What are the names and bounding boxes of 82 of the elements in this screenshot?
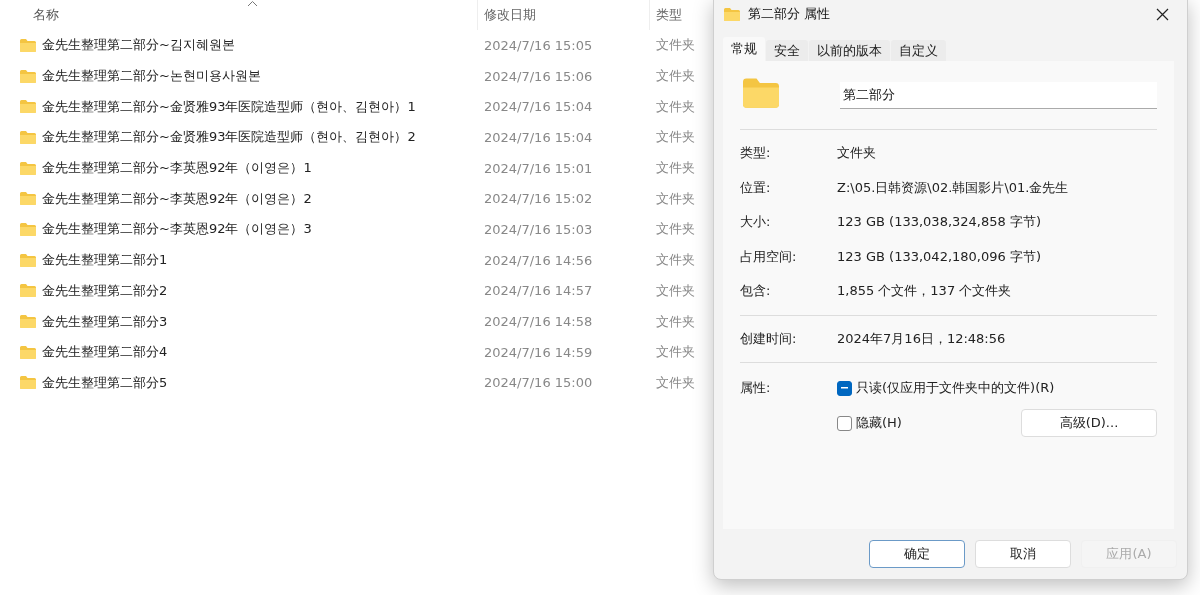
folder-icon (724, 7, 740, 21)
checkbox[interactable] (837, 415, 852, 431)
tab[interactable]: 自定义 (891, 40, 946, 61)
file-name[interactable]: 金先生整理第二部分5 (42, 373, 168, 392)
modified-date: 2024/7/16 15:04 (483, 99, 594, 115)
modified-date: 2024/7/16 15:04 (483, 129, 594, 145)
property-value: 2024年7月16日，12:48:56 (837, 329, 1006, 348)
file-type: 文件夹 (655, 97, 696, 116)
file-type: 文件夹 (655, 67, 696, 86)
checkbox-label[interactable]: 只读(仅应用于文件夹中的文件)(R) (856, 379, 1055, 397)
folder-icon (20, 69, 36, 83)
property-label: 创建时间: (740, 329, 798, 348)
window-title: 第二部分 属性 (748, 5, 832, 23)
dash-icon (841, 387, 848, 389)
file-type: 文件夹 (655, 220, 696, 239)
file-type: 文件夹 (655, 251, 696, 270)
file-name[interactable]: 金先生整理第二部分~李英恩92年（이영은）2 (42, 189, 312, 208)
file-type: 文件夹 (655, 281, 696, 300)
modified-date: 2024/7/16 14:58 (483, 314, 594, 330)
tab[interactable]: 常规 (723, 37, 765, 61)
file-name[interactable]: 金先生整理第二部分~李英恩92年（이영은）3 (42, 220, 312, 239)
file-type: 文件夹 (655, 312, 696, 331)
folder-icon (20, 161, 36, 175)
property-label: 大小: (740, 213, 772, 232)
folder-icon (20, 222, 36, 236)
folder-icon (743, 78, 779, 108)
folder-icon (20, 130, 36, 144)
property-value: 文件夹 (837, 144, 876, 163)
file-type: 文件夹 (655, 373, 696, 392)
file-type: 文件夹 (655, 128, 696, 147)
property-label: 属性: (740, 379, 772, 397)
file-name[interactable]: 金先生整理第二部分1 (42, 251, 168, 270)
checkbox-label[interactable]: 隐藏(H) (856, 414, 902, 432)
modified-date: 2024/7/16 14:59 (483, 344, 594, 360)
folder-icon (20, 192, 36, 206)
property-label: 位置: (740, 178, 772, 197)
file-type: 文件夹 (655, 189, 696, 208)
sort-icon (247, 0, 258, 7)
folder-icon (20, 345, 36, 359)
file-name[interactable]: 金先生整理第二部分~金贤雅93年医院造型师（현아、김현아）2 (42, 128, 416, 147)
property-value: Z:\05.日韩资源\02.韩国影片\01.金先生 (837, 178, 1069, 197)
folder-icon (20, 38, 36, 52)
column-header[interactable]: 类型 (656, 6, 682, 24)
file-name[interactable]: 金先生整理第二部分~김지혜원본 (42, 36, 235, 55)
dialog-button[interactable]: 确定 (869, 540, 965, 568)
tab[interactable]: 以前的版本 (809, 40, 890, 61)
file-name[interactable]: 金先生整理第二部分4 (42, 343, 168, 362)
column-header[interactable]: 修改日期 (484, 6, 536, 24)
modified-date: 2024/7/16 14:56 (483, 252, 594, 268)
property-value: 123 GB (133,038,324,858 字节) (837, 213, 1041, 232)
tab[interactable]: 安全 (766, 40, 808, 61)
dialog-button[interactable]: 取消 (975, 540, 1071, 568)
modified-date: 2024/7/16 15:02 (483, 191, 594, 207)
modified-date: 2024/7/16 15:01 (483, 160, 594, 176)
close-icon[interactable] (1155, 7, 1169, 21)
property-label: 占用空间: (740, 247, 798, 266)
property-value: 123 GB (133,042,180,096 字节) (837, 247, 1041, 266)
file-name[interactable]: 金先生整理第二部分~金贤雅93年医院造型师（현아、김현아）1 (42, 97, 416, 116)
checkbox[interactable] (837, 380, 852, 396)
file-type: 文件夹 (655, 343, 696, 362)
property-label: 类型: (740, 144, 772, 163)
modified-date: 2024/7/16 14:57 (483, 283, 594, 299)
advanced-button[interactable]: 高级(D)... (1021, 409, 1157, 437)
file-name[interactable]: 金先生整理第二部分~李英恩92年（이영은）1 (42, 159, 312, 178)
folder-icon (20, 253, 36, 267)
file-type: 文件夹 (655, 36, 696, 55)
folder-icon (20, 315, 36, 329)
file-name[interactable]: 金先生整理第二部分~논현미용사원본 (42, 67, 261, 86)
folder-icon (20, 100, 36, 114)
file-type: 文件夹 (655, 159, 696, 178)
name-field[interactable]: 第二部分 (840, 81, 1157, 109)
folder-icon (20, 284, 36, 298)
modified-date: 2024/7/16 15:05 (483, 37, 594, 53)
file-name[interactable]: 金先生整理第二部分2 (42, 281, 168, 300)
modified-date: 2024/7/16 15:06 (483, 68, 594, 84)
file-name[interactable]: 金先生整理第二部分3 (42, 312, 168, 331)
column-header[interactable]: 名称 (33, 6, 59, 24)
modified-date: 2024/7/16 15:03 (483, 221, 594, 237)
property-value: 1,855 个文件，137 个文件夹 (837, 282, 1012, 301)
modified-date: 2024/7/16 15:00 (483, 375, 594, 391)
folder-icon (20, 376, 36, 390)
property-label: 包含: (740, 282, 772, 301)
